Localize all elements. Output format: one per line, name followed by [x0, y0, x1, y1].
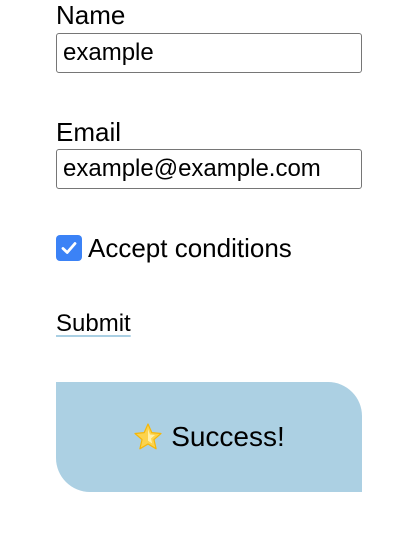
submit-link[interactable]: Submit [56, 310, 131, 338]
success-message: Success! [171, 421, 285, 452]
email-label: Email [56, 117, 122, 147]
star-icon [134, 423, 162, 450]
accept-conditions-checkbox[interactable] [56, 235, 82, 261]
name-label: Name [56, 0, 126, 30]
success-message-box: Success! [56, 382, 362, 492]
email-input[interactable]: example@example.com [56, 149, 362, 189]
accept-conditions-row[interactable]: Accept conditions [56, 233, 292, 263]
signup-form: Name example Email example@example.com A… [0, 0, 412, 540]
checkmark-icon [61, 242, 77, 254]
accept-conditions-label: Accept conditions [88, 233, 292, 263]
name-input[interactable]: example [56, 33, 362, 73]
